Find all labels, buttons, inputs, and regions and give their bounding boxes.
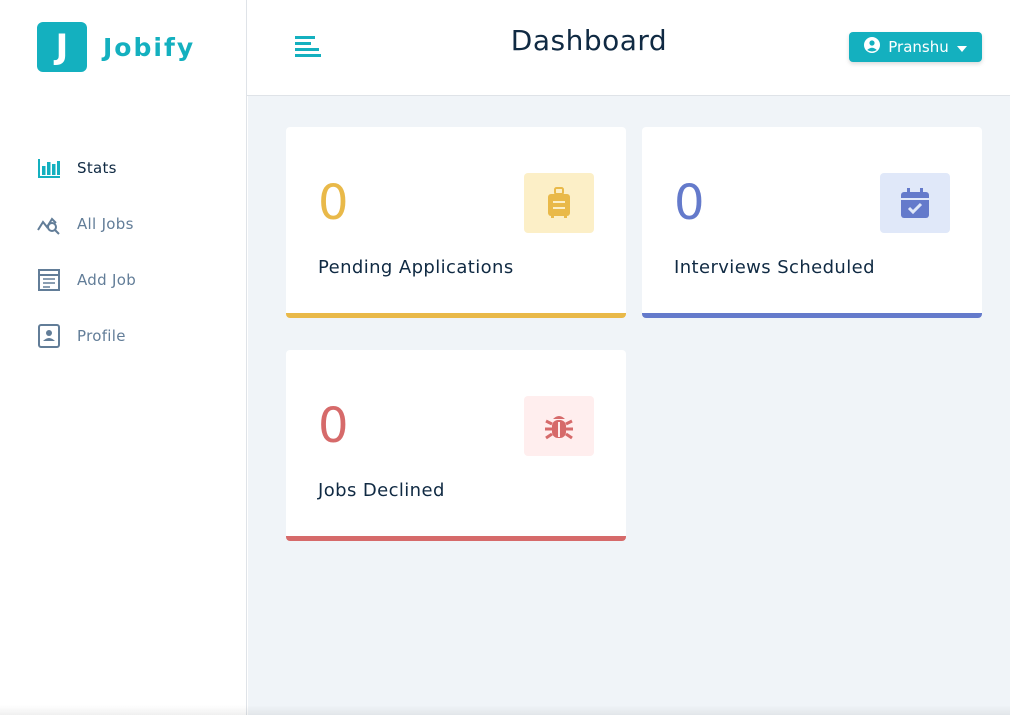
- sidebar-item-profile[interactable]: Profile: [37, 308, 136, 364]
- user-menu-button[interactable]: Pranshu: [849, 32, 982, 62]
- sidebar-item-label: Profile: [77, 327, 126, 345]
- stat-count: 0: [318, 175, 349, 231]
- id-card-icon: [37, 322, 61, 350]
- app-name: Jobify: [103, 32, 196, 62]
- logo-icon: J: [37, 22, 87, 72]
- sidebar: J Jobify Stats All Jobs Add Job Profile: [0, 0, 247, 715]
- stat-card-accent-bar: [642, 313, 982, 318]
- sidebar-item-label: All Jobs: [77, 215, 134, 233]
- sidebar-item-label: Stats: [77, 159, 117, 177]
- logo[interactable]: J Jobify: [37, 22, 195, 72]
- sidebar-item-add-job[interactable]: Add Job: [37, 252, 136, 308]
- stat-card-interviews: 0 Interviews Scheduled: [642, 127, 982, 318]
- stat-card-pending: 0 Pending Applications: [286, 127, 626, 318]
- suitcase-icon: [524, 173, 594, 233]
- bottom-fade: [0, 705, 1010, 715]
- page-title: Dashboard: [510, 24, 668, 57]
- query-stats-icon: [37, 210, 61, 238]
- stat-label: Jobs Declined: [318, 480, 445, 501]
- stat-label: Interviews Scheduled: [674, 257, 875, 278]
- bar-chart-icon: [37, 154, 61, 182]
- user-name: Pranshu: [888, 38, 949, 56]
- stat-card-declined: 0 Jobs Declined: [286, 350, 626, 541]
- main-content: 0 Pending Applications 0 Interviews Sche…: [248, 96, 1010, 715]
- sidebar-item-label: Add Job: [77, 271, 137, 289]
- stat-card-accent-bar: [286, 313, 626, 318]
- form-icon: [37, 266, 61, 294]
- sidebar-nav: Stats All Jobs Add Job Profile: [37, 140, 136, 364]
- bug-icon: [524, 396, 594, 456]
- calendar-check-icon: [880, 173, 950, 233]
- stat-label: Pending Applications: [318, 257, 514, 278]
- caret-down-icon: [956, 38, 967, 56]
- stat-count: 0: [318, 398, 349, 454]
- sidebar-item-stats[interactable]: Stats: [37, 140, 136, 196]
- user-circle-icon: [864, 37, 881, 57]
- stat-card-accent-bar: [286, 536, 626, 541]
- top-navbar: Dashboard Pranshu: [247, 0, 1010, 96]
- stat-count: 0: [674, 175, 705, 231]
- sidebar-item-all-jobs[interactable]: All Jobs: [37, 196, 136, 252]
